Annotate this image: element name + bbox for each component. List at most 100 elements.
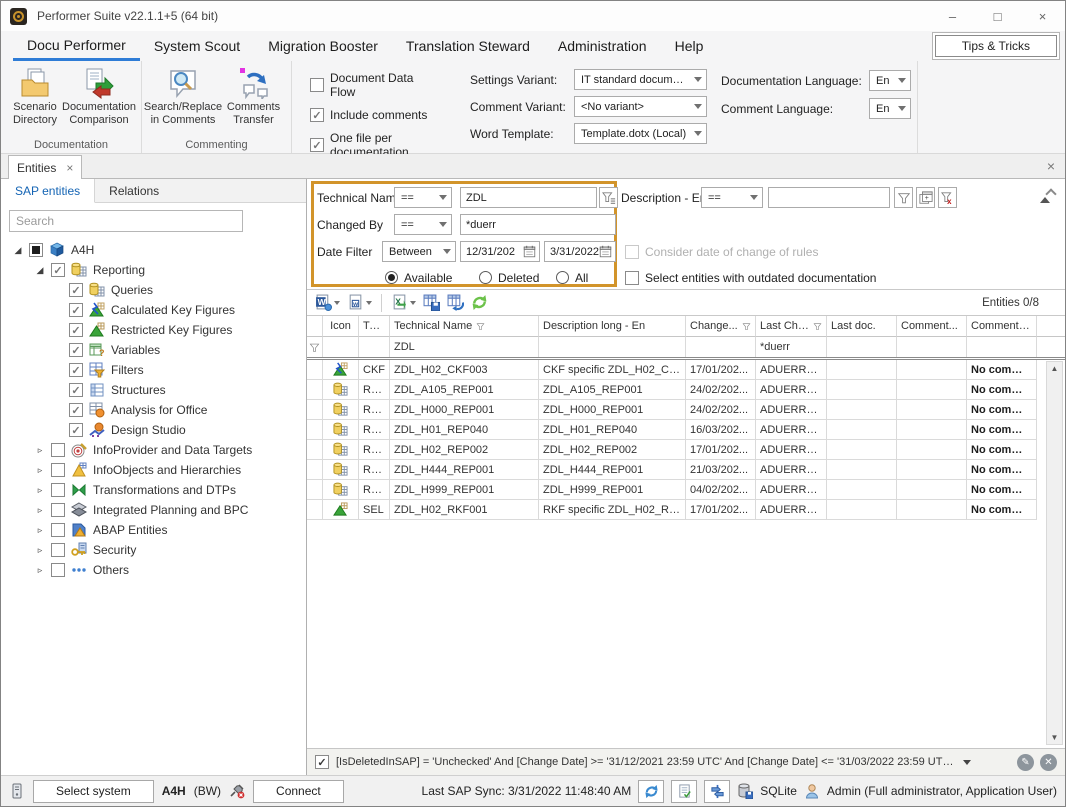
expander-icon[interactable]: ▹ (35, 445, 45, 456)
column-header-last-doc[interactable]: Last doc. (827, 316, 897, 337)
chevron-down-icon[interactable] (334, 301, 340, 305)
connect-button[interactable]: Connect (253, 780, 344, 803)
tree-item-design-studio[interactable]: Design Studio (1, 420, 306, 440)
column-header-comment[interactable]: Comment... (897, 316, 967, 337)
expander-icon[interactable]: ▹ (35, 465, 45, 476)
tree-checkbox[interactable] (69, 363, 83, 377)
tree-checkbox[interactable] (51, 563, 65, 577)
tab-docu-performer[interactable]: Docu Performer (13, 31, 140, 61)
tree-item-security[interactable]: ▹ Security (1, 540, 306, 560)
date-filter-mode-combo[interactable]: Between (382, 241, 456, 262)
table-row[interactable]: REP ZDL_H999_REP001 ZDL_H999_REP001 04/0… (307, 480, 1065, 500)
column-filter-icon[interactable] (742, 322, 751, 331)
clear-filter-button[interactable] (938, 187, 957, 208)
column-filter-icon[interactable] (813, 322, 822, 331)
refresh-grid-button[interactable] (469, 292, 490, 313)
search-replace-comments-button[interactable]: Search/Replace in Comments (148, 65, 218, 127)
column-header-change-date[interactable]: Change... (686, 316, 756, 337)
chevron-down-icon[interactable] (410, 301, 416, 305)
close-filter-icon[interactable]: ✕ (1040, 754, 1057, 771)
chevron-down-icon[interactable] (963, 760, 971, 765)
changed-by-operator-combo[interactable]: == (394, 214, 452, 235)
tree-checkbox[interactable] (51, 523, 65, 537)
tree-item-infoprovider[interactable]: ▹ InfoProvider and Data Targets (1, 440, 306, 460)
tab-system-scout[interactable]: System Scout (140, 31, 254, 61)
save-grid-layout-button[interactable] (421, 292, 442, 313)
tree-item-transformations[interactable]: ▹ Transformations and DTPs (1, 480, 306, 500)
tab-administration[interactable]: Administration (544, 31, 661, 61)
filter-cell[interactable] (539, 337, 686, 357)
tree-item-variables[interactable]: Variables (1, 340, 306, 360)
expander-icon[interactable]: ◢ (13, 245, 23, 256)
scenario-directory-button[interactable]: Scenario Directory (7, 65, 63, 127)
documentation-comparison-button[interactable]: Documentation Comparison (63, 65, 135, 127)
scroll-up-icon[interactable]: ▲ (1051, 364, 1059, 373)
expander-icon[interactable]: ▹ (35, 485, 45, 496)
table-row[interactable]: REP ZDL_A105_REP001 ZDL_A105_REP001 24/0… (307, 380, 1065, 400)
checkbox-document-data-flow[interactable]: Document Data Flow (310, 71, 436, 99)
tree-checkbox[interactable] (51, 463, 65, 477)
tree-item-restricted-key-figures[interactable]: Restricted Key Figures (1, 320, 306, 340)
export-excel-button[interactable] (389, 292, 418, 313)
table-row[interactable]: REP ZDL_H000_REP001 ZDL_H000_REP001 24/0… (307, 400, 1065, 420)
search-input[interactable] (9, 210, 243, 232)
description-input[interactable] (768, 187, 890, 208)
table-row[interactable]: SEL ZDL_H02_RKF001 RKF specific ZDL_H02_… (307, 500, 1065, 520)
changed-by-input[interactable] (460, 214, 616, 235)
apply-filter-button[interactable] (894, 187, 913, 208)
date-to-field[interactable]: 3/31/2022 (544, 241, 616, 262)
minimize-button[interactable]: – (930, 1, 975, 31)
tree-checkbox[interactable] (69, 403, 83, 417)
tree-checkbox[interactable] (69, 323, 83, 337)
radio-all[interactable]: All (556, 267, 588, 288)
column-header-description[interactable]: Description long - En (539, 316, 686, 337)
table-row[interactable]: REP ZDL_H01_REP040 ZDL_H01_REP040 16/03/… (307, 420, 1065, 440)
filter-cell[interactable] (686, 337, 756, 357)
guide-button[interactable] (704, 780, 730, 803)
technical-name-filter-button[interactable] (599, 187, 618, 208)
chevron-down-icon[interactable] (366, 301, 372, 305)
comments-transfer-button[interactable]: Comments Transfer (222, 65, 285, 127)
load-grid-layout-button[interactable] (445, 292, 466, 313)
column-header-technical-name[interactable]: Technical Name (390, 316, 539, 337)
tab-translation-steward[interactable]: Translation Steward (392, 31, 544, 61)
tree-item-others[interactable]: ▹ Others (1, 560, 306, 580)
tree-item-queries[interactable]: Queries (1, 280, 306, 300)
expander-icon[interactable]: ◢ (35, 265, 45, 276)
column-header-comment-status[interactable]: Comment S... (967, 316, 1037, 337)
tree-item-analysis-for-office[interactable]: Analysis for Office (1, 400, 306, 420)
filter-cell[interactable] (897, 337, 967, 357)
tree-checkbox[interactable] (51, 483, 65, 497)
filter-editor-button[interactable] (916, 187, 935, 208)
table-row[interactable]: REP ZDL_H02_REP002 ZDL_H02_REP002 17/01/… (307, 440, 1065, 460)
comment-variant-combo[interactable]: <No variant> (574, 96, 707, 117)
tab-relations[interactable]: Relations (95, 179, 173, 202)
radio-available[interactable]: Available (385, 267, 452, 288)
column-header-last-changed[interactable]: Last Cha... (756, 316, 827, 337)
tree-item-infoobjects[interactable]: ▹ InfoObjects and Hierarchies (1, 460, 306, 480)
tree-item-abap-entities[interactable]: ▹ ABAP Entities (1, 520, 306, 540)
checkbox-include-comments[interactable]: Include comments (310, 108, 436, 122)
outdated-docs-checkbox[interactable]: Select entities with outdated documentat… (625, 267, 876, 288)
tree-item-calculated-key-figures[interactable]: Calculated Key Figures (1, 300, 306, 320)
tree-checkbox[interactable] (69, 283, 83, 297)
select-system-button[interactable]: Select system (33, 780, 154, 803)
technical-name-input[interactable] (460, 187, 597, 208)
tree-checkbox[interactable] (51, 503, 65, 517)
tree-checkbox[interactable] (69, 343, 83, 357)
tree-checkbox[interactable] (69, 303, 83, 317)
settings-variant-combo[interactable]: IT standard document... (574, 69, 707, 90)
expander-icon[interactable]: ▹ (35, 545, 45, 556)
radio-deleted[interactable]: Deleted (479, 267, 539, 288)
documentation-language-combo[interactable]: En (869, 70, 911, 91)
word-template-combo[interactable]: Template.dotx (Local) (574, 123, 707, 144)
close-button[interactable]: × (1020, 1, 1065, 31)
column-header-type[interactable]: Type (359, 316, 390, 337)
tree-item-integrated-planning[interactable]: ▹ Integrated Planning and BPC (1, 500, 306, 520)
table-row[interactable]: REP ZDL_H444_REP001 ZDL_H444_REP001 21/0… (307, 460, 1065, 480)
date-from-field[interactable]: 12/31/202 (460, 241, 540, 262)
tree-item-filters[interactable]: Filters (1, 360, 306, 380)
log-button[interactable] (671, 780, 697, 803)
expander-icon[interactable]: ▹ (35, 525, 45, 536)
filter-cell-last-changed[interactable]: *duerr (756, 337, 827, 357)
